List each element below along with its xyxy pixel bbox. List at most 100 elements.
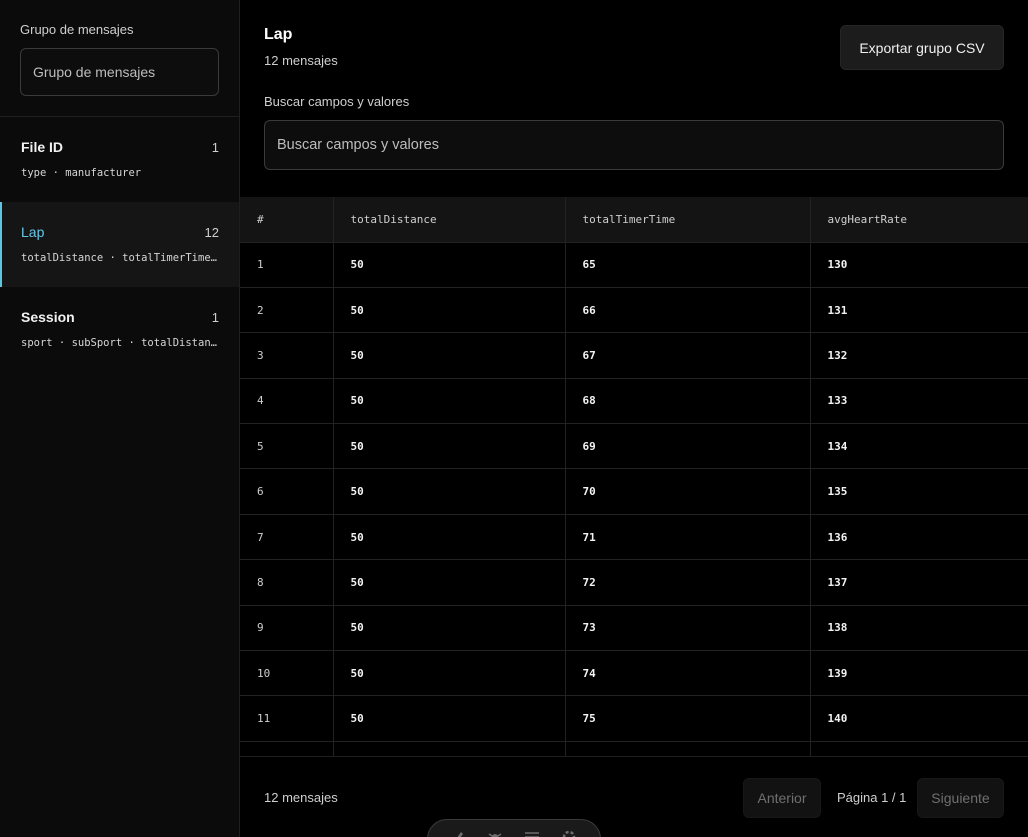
table-row[interactable]: 7 50 71 136 [240,514,1028,561]
table-cell: 65 [565,242,811,288]
search-input[interactable] [264,120,1004,170]
row-index-cell: 8 [240,559,334,606]
group-item-lap[interactable]: Lap 12 totalDistance · totalTimerTime · … [0,202,239,287]
table-cell: 68 [565,378,811,425]
bug-icon[interactable] [486,828,506,837]
table-cell: 76 [565,741,811,756]
group-filter-label: Grupo de mensajes [20,22,134,37]
table-cell: 136 [810,514,1028,561]
row-index-cell: 6 [240,468,334,515]
export-csv-button[interactable]: Exportar grupo CSV [840,25,1004,70]
table-row[interactable]: 5 50 69 134 [240,423,1028,470]
column-header-total-timer-time: totalTimerTime [565,197,811,243]
row-index-cell: 5 [240,423,334,470]
group-count: 1 [211,310,219,325]
table-cell: 137 [810,559,1028,606]
table-row[interactable]: 2 50 66 131 [240,287,1028,334]
table-cell: 131 [810,287,1028,334]
group-name: Session [21,309,75,325]
page-indicator: Página 1 / 1 [837,790,907,805]
group-item-file-id[interactable]: File ID 1 type · manufacturer [0,117,239,202]
row-index-cell: 1 [240,242,334,288]
table-cell: 140 [810,695,1028,742]
table-cell: 50 [333,559,566,606]
floating-dock [427,819,601,837]
table-row[interactable]: 6 50 70 135 [240,468,1028,515]
group-item-session[interactable]: Session 1 sport · subSport · totalDistan… [0,287,239,372]
group-fields: totalDistance · totalTimerTime · avgHear… [21,252,217,264]
table-cell: 50 [333,605,566,652]
table-cell: 50 [333,468,566,515]
row-index-cell: 11 [240,695,334,742]
table-row[interactable]: 1 50 65 130 [240,242,1028,288]
main-panel: Lap 12 mensajes Exportar grupo CSV Busca… [240,0,1028,837]
table-cell: 50 [333,242,566,288]
table-row[interactable]: 4 50 68 133 [240,378,1028,425]
group-fields: sport · subSport · totalDistance [21,337,217,349]
table-cell: 66 [565,287,811,334]
table-cell: 50 [333,287,566,334]
data-table-container[interactable]: # totalDistance totalTimerTime avgHeartR… [240,197,1028,756]
table-cell: 71 [565,514,811,561]
table-cell: 132 [810,332,1028,379]
group-filter-input[interactable] [20,48,219,96]
sidebar: Grupo de mensajes File ID 1 type · manuf… [0,0,240,837]
table-cell: 70 [565,468,811,515]
main-header: Lap 12 mensajes Exportar grupo CSV Busca… [240,0,1028,197]
table-cell: 67 [565,332,811,379]
table-cell: 50 [333,423,566,470]
row-index-cell: 9 [240,605,334,652]
group-count: 12 [204,225,219,240]
table-row[interactable]: 8 50 72 137 [240,559,1028,606]
row-index-cell: 12 [240,741,334,756]
table-cell: 69 [565,423,811,470]
previous-page-button[interactable]: Anterior [743,778,821,818]
table-row[interactable]: 10 50 74 139 [240,650,1028,697]
footer-message-count: 12 mensajes [264,790,338,805]
column-header-total-distance: totalDistance [333,197,566,243]
search-label: Buscar campos y valores [264,94,410,109]
table-cell: 50 [333,650,566,697]
app-window: Grupo de mensajes File ID 1 type · manuf… [0,0,1028,837]
menu-icon[interactable] [523,828,543,837]
table-cell: 50 [333,695,566,742]
table-cell: 72 [565,559,811,606]
table-cell: 133 [810,378,1028,425]
row-index-cell: 4 [240,378,334,425]
table-cell: 130 [810,242,1028,288]
table-cell: 138 [810,605,1028,652]
column-header-avg-heart-rate: avgHeartRate [810,197,1028,243]
table-cell: 50 [333,741,566,756]
row-index-cell: 7 [240,514,334,561]
pen-icon[interactable] [449,828,469,837]
table-row[interactable]: 9 50 73 138 [240,605,1028,652]
group-name: Lap [21,224,45,240]
next-page-button[interactable]: Siguiente [917,778,1004,818]
table-cell: 74 [565,650,811,697]
table-cell: 134 [810,423,1028,470]
row-index-cell: 3 [240,332,334,379]
pagination-footer: 12 mensajes Anterior Página 1 / 1 Siguie… [240,756,1028,837]
table-cell: 50 [333,332,566,379]
table-row[interactable]: 11 50 75 140 [240,695,1028,742]
column-header-index: # [240,197,334,243]
table-header-row: # totalDistance totalTimerTime avgHeartR… [240,197,1028,243]
table-row[interactable]: 125076141 [240,741,1028,756]
table-cell: 141 [810,741,1028,756]
settings-icon[interactable] [560,828,580,837]
group-fields: type · manufacturer [21,167,142,179]
table-cell: 135 [810,468,1028,515]
row-index-cell: 10 [240,650,334,697]
data-table: # totalDistance totalTimerTime avgHeartR… [240,197,1028,756]
table-body: 1 50 65 130 2 50 66 131 3 50 67 132 4 50 68 133 5 50 69 134… [240,242,1028,756]
table-cell: 50 [333,514,566,561]
group-list: File ID 1 type · manufacturer Lap 12 tot… [0,117,239,372]
group-count: 1 [211,140,219,155]
group-filter: Grupo de mensajes [0,0,239,117]
table-row[interactable]: 3 50 67 132 [240,332,1028,379]
table-cell: 139 [810,650,1028,697]
group-name: File ID [21,139,64,155]
table-cell: 50 [333,378,566,425]
table-cell: 75 [565,695,811,742]
table-cell: 73 [565,605,811,652]
